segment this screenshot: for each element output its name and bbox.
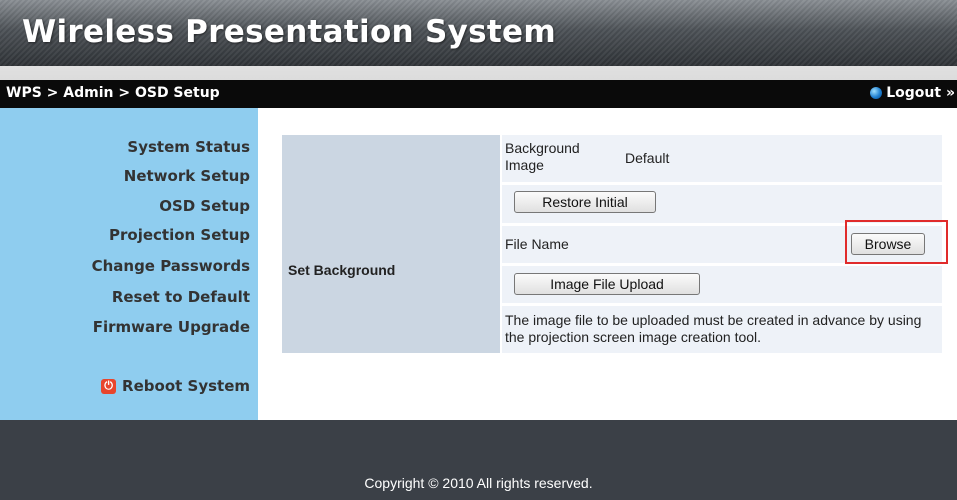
sidebar-item-reboot-system[interactable]: ⏻ Reboot System <box>101 377 250 395</box>
section-label-cell: Set Background <box>282 135 500 353</box>
section-label: Set Background <box>288 262 396 278</box>
sidebar-item-system-status[interactable]: System Status <box>127 138 250 156</box>
sidebar-item-osd-setup[interactable]: OSD Setup <box>159 197 250 215</box>
sidebar-item-change-passwords[interactable]: Change Passwords <box>92 257 250 275</box>
main-content: Set Background Background Image Default … <box>258 108 957 420</box>
power-icon: ⏻ <box>101 378 117 394</box>
file-name-label: File Name <box>505 236 569 252</box>
background-image-value: Default <box>619 135 942 182</box>
browse-highlight-box <box>845 220 948 264</box>
navbar: WPS > Admin > OSD Setup Logout » <box>0 80 957 108</box>
file-name-input[interactable] <box>589 233 846 255</box>
sidebar-item-reset-to-default[interactable]: Reset to Default <box>112 288 250 306</box>
sidebar-item-network-setup[interactable]: Network Setup <box>124 167 250 185</box>
restore-row: Restore Initial <box>502 185 942 223</box>
logout-label: Logout » <box>886 85 955 101</box>
background-image-label: Background Image <box>502 135 616 182</box>
sidebar-item-firmware-upgrade[interactable]: Firmware Upgrade <box>93 318 250 336</box>
copyright-text: Copyright © 2010 All rights reserved. <box>364 475 593 491</box>
logout-link[interactable]: Logout » <box>870 85 955 101</box>
sidebar-item-projection-setup[interactable]: Projection Setup <box>109 226 250 244</box>
restore-initial-button[interactable]: Restore Initial <box>514 191 656 213</box>
header: Wireless Presentation System <box>0 0 957 80</box>
reboot-label: Reboot System <box>122 377 250 395</box>
app-title: Wireless Presentation System <box>22 14 556 50</box>
upload-row: Image File Upload <box>502 266 942 303</box>
breadcrumb: WPS > Admin > OSD Setup <box>6 85 220 101</box>
upload-note: The image file to be uploaded must be cr… <box>505 312 922 345</box>
footer: Copyright © 2010 All rights reserved. <box>0 420 957 500</box>
note-row: The image file to be uploaded must be cr… <box>502 306 942 353</box>
globe-icon <box>870 87 883 99</box>
background-image-row: Background Image Default <box>502 135 942 182</box>
sidebar: System Status Network Setup OSD Setup Pr… <box>0 108 258 420</box>
image-file-upload-button[interactable]: Image File Upload <box>514 273 700 295</box>
